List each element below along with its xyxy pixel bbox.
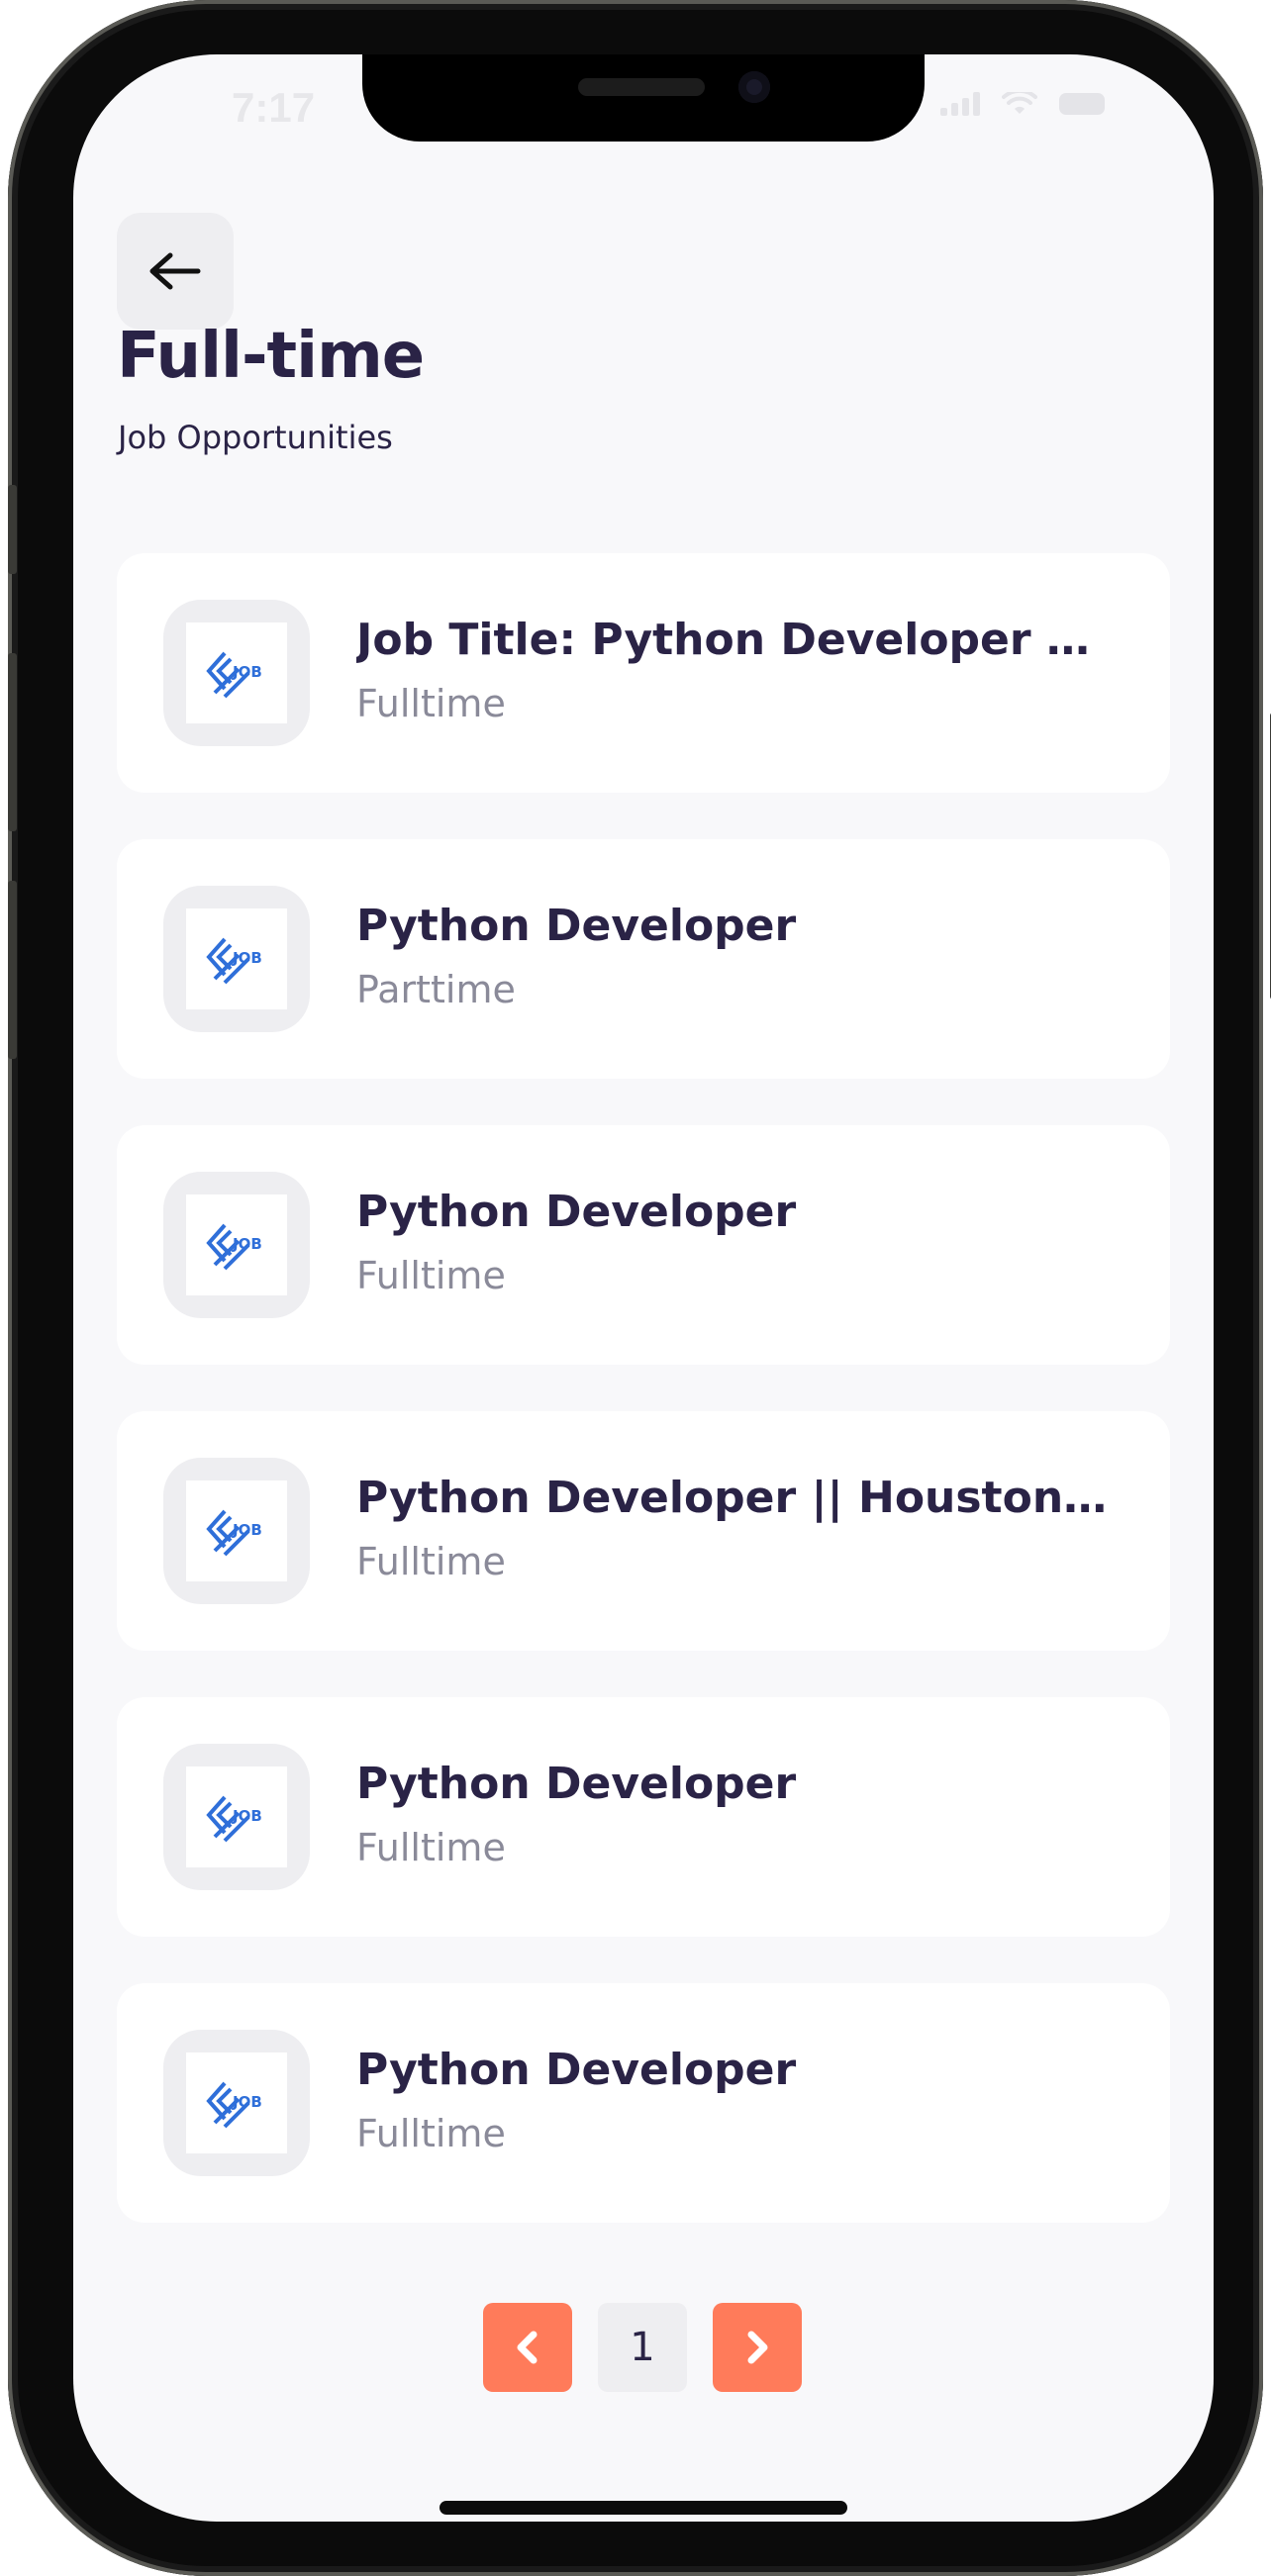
pagination: 1 — [483, 2303, 802, 2392]
job-title: Job Title: Python Developer Lo... — [356, 615, 1111, 665]
status-time: 7:17 — [232, 84, 316, 131]
job-logo-icon: JOB — [206, 2081, 262, 2129]
silent-switch — [8, 485, 17, 574]
svg-text:JOB: JOB — [232, 2093, 262, 2111]
company-logo: JOB — [163, 886, 310, 1032]
svg-text:JOB: JOB — [232, 1807, 262, 1825]
job-title: Python Developer — [356, 1187, 797, 1237]
job-card[interactable]: JOB Job Title: Python Developer Lo... Fu… — [117, 553, 1170, 793]
chevron-left-icon — [517, 2331, 538, 2364]
job-card[interactable]: JOB Python Developer Fulltime — [117, 1697, 1170, 1937]
company-logo: JOB — [163, 1458, 310, 1604]
battery-icon — [1059, 93, 1105, 115]
job-type: Fulltime — [356, 1826, 506, 1869]
job-title: Python Developer — [356, 1759, 797, 1809]
back-button[interactable] — [117, 213, 234, 330]
notch — [362, 54, 925, 142]
svg-text:JOB: JOB — [232, 663, 262, 681]
job-type: Fulltime — [356, 2112, 506, 2155]
volume-down-button — [8, 881, 17, 1059]
previous-page-button[interactable] — [483, 2303, 572, 2392]
job-list: JOB Job Title: Python Developer Lo... Fu… — [117, 553, 1170, 2269]
job-type: Fulltime — [356, 1540, 506, 1583]
home-indicator[interactable] — [440, 2501, 847, 2515]
job-type: Fulltime — [356, 1254, 506, 1297]
volume-up-button — [8, 653, 17, 831]
job-logo-icon: JOB — [206, 1223, 262, 1271]
svg-text:JOB: JOB — [232, 1235, 262, 1253]
job-card[interactable]: JOB Python Developer Parttime — [117, 839, 1170, 1079]
job-logo-icon: JOB — [206, 651, 262, 699]
screen: 7:17 Full-time Job Opportunities JOB Job… — [73, 54, 1214, 2522]
job-logo-icon: JOB — [206, 937, 262, 985]
job-type: Parttime — [356, 968, 516, 1011]
job-type: Fulltime — [356, 682, 506, 725]
front-camera — [738, 71, 770, 103]
job-logo-icon: JOB — [206, 1509, 262, 1557]
svg-text:JOB: JOB — [232, 1521, 262, 1539]
chevron-right-icon — [747, 2331, 768, 2364]
arrow-left-icon — [149, 252, 201, 290]
next-page-button[interactable] — [713, 2303, 802, 2392]
svg-text:JOB: JOB — [232, 949, 262, 967]
job-title: Python Developer — [356, 2045, 797, 2095]
company-logo: JOB — [163, 1744, 310, 1890]
job-card[interactable]: JOB Python Developer || Houston, T... Fu… — [117, 1411, 1170, 1651]
job-title: Python Developer — [356, 901, 797, 951]
page-number-button[interactable]: 1 — [598, 2303, 687, 2392]
page-subtitle: Job Opportunities — [118, 419, 393, 456]
page-title: Full-time — [117, 320, 425, 393]
job-logo-icon: JOB — [206, 1795, 262, 1843]
job-card[interactable]: JOB Python Developer Fulltime — [117, 1125, 1170, 1365]
phone-frame: 7:17 Full-time Job Opportunities JOB Job… — [8, 0, 1271, 2576]
cellular-signal-icon — [940, 92, 980, 116]
earpiece-speaker — [578, 78, 705, 96]
job-card[interactable]: JOB Python Developer Fulltime — [117, 1983, 1170, 2223]
company-logo: JOB — [163, 2030, 310, 2176]
wifi-icon — [1002, 92, 1037, 114]
company-logo: JOB — [163, 1172, 310, 1318]
status-icons — [940, 92, 1105, 116]
job-title: Python Developer || Houston, T... — [356, 1473, 1111, 1523]
company-logo: JOB — [163, 600, 310, 746]
